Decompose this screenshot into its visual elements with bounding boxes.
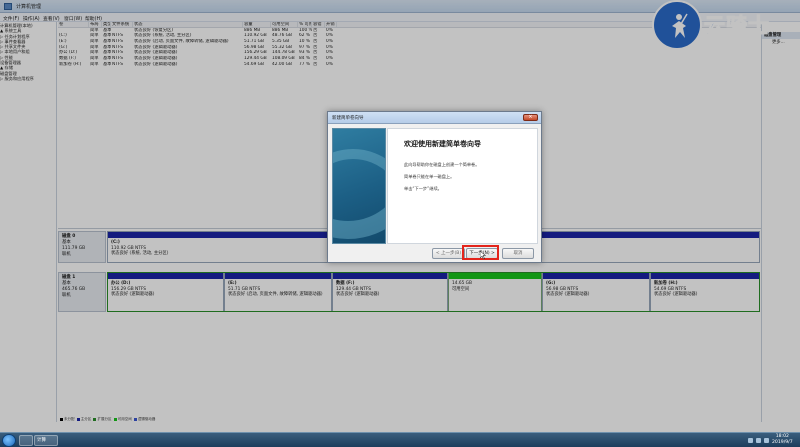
mouse-cursor-icon: [480, 251, 486, 259]
wizard-banner-image: [332, 128, 386, 244]
wizard-text-1: 此向导帮助你在磁盘上创建一个简单卷。: [404, 162, 480, 167]
cancel-button[interactable]: 取消: [502, 248, 534, 259]
taskbar-explorer-button[interactable]: [19, 435, 33, 446]
system-clock[interactable]: 18:02 2019/9/7: [772, 434, 793, 446]
dialog-title: 新建简单卷向导: [332, 116, 364, 121]
wizard-heading: 欢迎使用新建简单卷向导: [404, 139, 481, 148]
volume-icon[interactable]: [756, 438, 761, 443]
taskbar-label: 计算: [37, 438, 46, 443]
close-icon[interactable]: ×: [523, 114, 538, 121]
wizard-text-2: 简单卷只能在单一磁盘上。: [404, 174, 455, 179]
start-button[interactable]: [2, 434, 16, 447]
dialog-titlebar: 新建简单卷向导 ×: [328, 112, 541, 124]
wizard-text-3: 单击“下一步”继续。: [404, 186, 442, 191]
network-icon[interactable]: [748, 438, 753, 443]
new-simple-volume-wizard: 新建简单卷向导 × 欢迎使用新建简单卷向导 此向导帮助你在磁盘上创建一个简单卷。…: [327, 111, 542, 263]
back-button[interactable]: < 上一步(B): [432, 248, 465, 259]
clock-date: 2019/9/7: [772, 440, 793, 445]
wizard-content: 欢迎使用新建简单卷向导 此向导帮助你在磁盘上创建一个简单卷。 简单卷只能在单一磁…: [387, 128, 538, 244]
flag-icon[interactable]: [764, 438, 769, 443]
taskbar: 计算 18:02 2019/9/7: [0, 432, 800, 447]
